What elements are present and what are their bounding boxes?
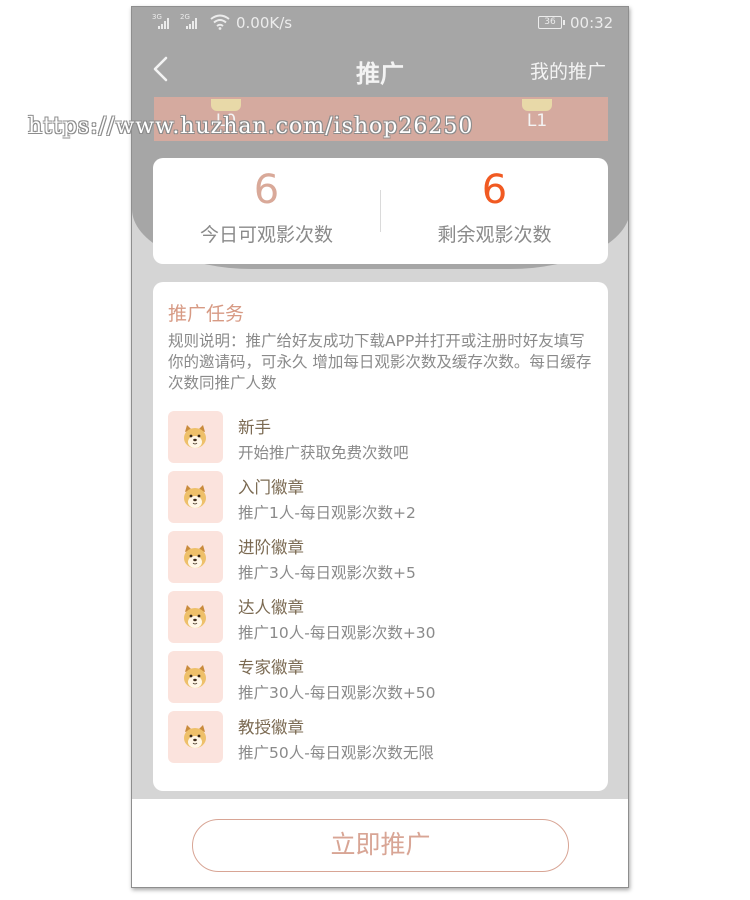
level-badge-icon [211,99,241,111]
task-item: 新手开始推广获取免费次数吧 [168,410,593,470]
today-views-value: 6 [253,167,280,213]
task-name: 专家徽章 [238,658,304,677]
remaining-views-stat: 6 剩余观影次数 [381,164,608,247]
nav-bar: 推广 我的推广 [132,47,628,91]
task-name: 教授徽章 [238,718,304,737]
task-list: 新手 开始推广获取免费次数吧 入门徽章 推广1人-每日观影次数+2 进阶徽章 推广3人-每… [168,410,593,770]
remaining-views-value: 6 [481,167,508,213]
shiba-dog-icon [168,591,223,643]
wifi-icon [210,14,230,30]
today-views-label: 今日可观影次数 [199,224,333,246]
shiba-dog-icon [168,711,223,763]
shiba-dog-icon [168,651,223,703]
promotion-tasks-card: 推广任务 规则说明：推广给好友成功下载APP并打开或注册时好友填写你的邀请码，可… [153,282,608,791]
rules-description: 规则说明：推广给好友成功下载APP并打开或注册时好友填写你的邀请码，可永久 增加… [168,332,592,392]
task-description: 推广1人-每日观影次数+2 [238,504,416,522]
network-speed: 0.00K/s [236,14,293,32]
task-name: 达人徽章 [238,598,304,617]
watermark-text: https://www.huzhan.com/ishop26250 [28,114,474,139]
task-name: 新手 [238,418,271,437]
section-title: 推广任务 [168,303,245,325]
task-description: 推广50人-每日观影次数无限 [238,744,434,762]
shiba-dog-icon [168,411,223,463]
task-description: 开始推广获取免费次数吧 [238,444,409,462]
level-marker: L1 [521,99,553,131]
level-badge-icon [522,99,552,111]
task-name: 入门徽章 [238,478,304,497]
battery-icon: 36 [538,16,565,29]
clock: 00:32 [570,14,614,32]
view-count-card: 6 今日可观影次数 6 剩余观影次数 [153,158,608,264]
task-item: 入门徽章推广1人-每日观影次数+2 [168,470,593,530]
shiba-dog-icon [168,471,223,523]
task-description: 推广3人-每日观影次数+5 [238,564,416,582]
task-item: 达人徽章推广10人-每日观影次数+30 [168,590,593,650]
task-item: 进阶徽章推广3人-每日观影次数+5 [168,530,593,590]
today-views-stat: 6 今日可观影次数 [153,164,380,247]
bottom-bar: 立即推广 [132,799,628,887]
promote-now-button[interactable]: 立即推广 [192,819,569,872]
status-bar: 3G 2G 0.00K/s 36 00:32 [152,13,614,32]
task-description: 推广30人-每日观影次数+50 [238,684,436,702]
remaining-views-label: 剩余观影次数 [437,224,552,246]
task-item: 教授徽章推广50人-每日观影次数无限 [168,710,593,770]
my-promotion-link[interactable]: 我的推广 [530,57,606,84]
shiba-dog-icon [168,531,223,583]
task-name: 进阶徽章 [238,538,304,557]
task-description: 推广10人-每日观影次数+30 [238,624,436,642]
task-item: 专家徽章推广30人-每日观影次数+50 [168,650,593,710]
